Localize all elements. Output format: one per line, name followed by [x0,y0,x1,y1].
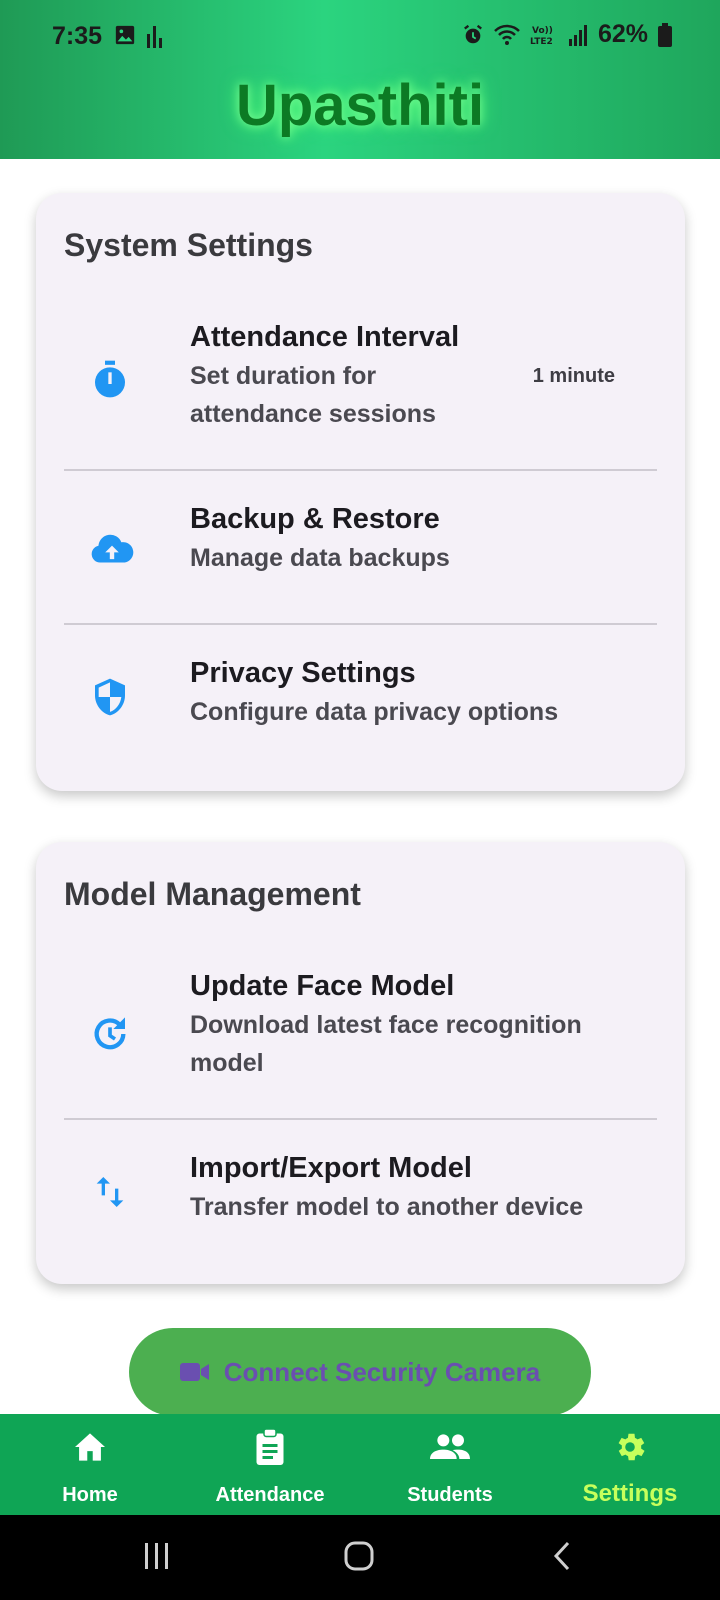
attendance-interval-value: 1 minute [532,365,615,387]
gear-icon [618,1433,645,1461]
status-time: 7:35 [52,22,103,50]
connect-security-camera-button[interactable]: Connect Security Camera [129,1328,591,1416]
people-icon [430,1434,470,1459]
swap-vertical-icon [96,1177,124,1207]
update-face-model-subtitle: Download latest face recognition model [190,1011,582,1077]
battery-percentage: 62% [597,20,648,48]
shield-icon [95,678,125,716]
status-left-icons [114,24,164,48]
divider [64,469,657,471]
image-icon [115,25,135,45]
privacy-settings-title: Privacy Settings [190,657,416,689]
nav-item-students[interactable]: Students [360,1428,540,1507]
home-icon [75,1433,105,1461]
nav-label-students: Students [407,1484,493,1506]
timer-icon [95,360,125,398]
nav-label-attendance: Attendance [215,1484,325,1506]
bottom-navigation: Home Attendance Students Settings [0,1414,720,1515]
privacy-settings-item[interactable]: Privacy Settings Configure data privacy … [64,657,657,767]
cell-signal-icon [568,24,587,46]
clipboard-icon [256,1429,284,1465]
cloud-upload-icon [91,534,134,563]
svg-text:LTE2: LTE2 [530,37,553,47]
system-settings-card: System Settings Attendance Interval Set … [36,193,685,791]
model-management-title: Model Management [64,876,361,912]
update-face-model-item[interactable]: Update Face Model Download latest face r… [64,962,657,1107]
battery-icon [658,22,672,47]
volte-lte2-icon: Vo))LTE2 [530,26,553,47]
backup-restore-item[interactable]: Backup & Restore Manage data backups [64,503,657,613]
attendance-interval-subtitle: Set duration for attendance sessions [190,362,436,428]
nav-item-home[interactable]: Home [0,1428,180,1507]
nav-item-attendance[interactable]: Attendance [180,1428,360,1507]
system-settings-title: System Settings [64,227,313,263]
wifi-icon [494,24,520,45]
attendance-interval-title: Attendance Interval [190,321,460,353]
attendance-interval-item[interactable]: Attendance Interval Set duration for att… [64,313,657,458]
backup-restore-title: Backup & Restore [190,503,440,535]
backup-restore-subtitle: Manage data backups [190,544,450,572]
divider [64,1118,657,1120]
svg-text:Vo)): Vo)) [532,26,553,36]
system-navigation-bar [0,1515,720,1600]
import-export-model-subtitle: Transfer model to another device [190,1193,584,1221]
signal-bars-icon [147,26,162,48]
update-face-model-title: Update Face Model [190,970,455,1002]
app-header: 7:35 Vo)) LTE2 62% Upasthiti [0,0,720,159]
status-bar: 7:35 Vo)) LTE2 62% [0,0,720,72]
alarm-icon [464,24,482,43]
videocam-icon [179,1363,209,1381]
nav-label-settings: Settings [582,1480,678,1507]
refresh-icon [94,1017,126,1050]
back-icon[interactable] [552,1541,572,1571]
nav-item-settings[interactable]: Settings [540,1428,720,1508]
import-export-model-title: Import/Export Model [190,1152,472,1184]
nav-label-home: Home [62,1484,118,1506]
connect-security-camera-label: Connect Security Camera [223,1356,541,1387]
status-right-icons: Vo)) LTE2 62% [462,20,672,49]
import-export-model-item[interactable]: Import/Export Model Transfer model to an… [64,1152,657,1262]
home-button-icon[interactable] [344,1541,374,1571]
divider [64,623,657,625]
recent-apps-icon[interactable] [143,1541,171,1571]
app-title: Upasthiti [235,73,485,138]
model-management-card: Model Management Update Face Model Downl… [36,842,685,1284]
privacy-settings-subtitle: Configure data privacy options [190,698,559,726]
